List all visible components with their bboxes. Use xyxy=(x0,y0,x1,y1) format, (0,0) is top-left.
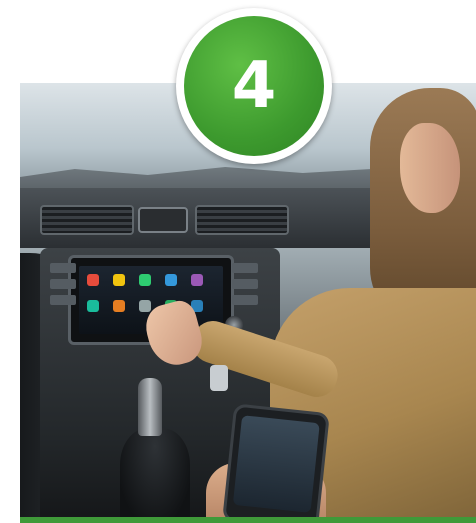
woman-face xyxy=(400,123,460,213)
air-vent-right xyxy=(195,205,289,235)
app-icon xyxy=(87,300,99,312)
console-button xyxy=(232,263,258,273)
step-number: 4 xyxy=(231,49,277,123)
smartphone xyxy=(222,403,330,520)
app-icon xyxy=(139,300,151,312)
app-icon xyxy=(165,274,177,286)
air-vent-left xyxy=(40,205,134,235)
app-icon xyxy=(113,274,125,286)
console-button xyxy=(232,295,258,305)
console-button xyxy=(50,295,76,305)
hazard-button xyxy=(138,207,188,233)
console-button xyxy=(50,279,76,289)
step-badge: 4 xyxy=(176,8,332,164)
gear-boot xyxy=(120,428,190,520)
wristwatch xyxy=(210,365,228,391)
app-icon xyxy=(87,274,99,286)
app-icon xyxy=(191,274,203,286)
step-badge-circle: 4 xyxy=(184,16,324,156)
bottom-accent-bar xyxy=(20,517,476,523)
console-button xyxy=(50,263,76,273)
app-icon xyxy=(139,274,151,286)
gear-stick xyxy=(138,378,162,436)
smartphone-screen xyxy=(232,415,320,513)
app-icon xyxy=(113,300,125,312)
console-button xyxy=(232,279,258,289)
